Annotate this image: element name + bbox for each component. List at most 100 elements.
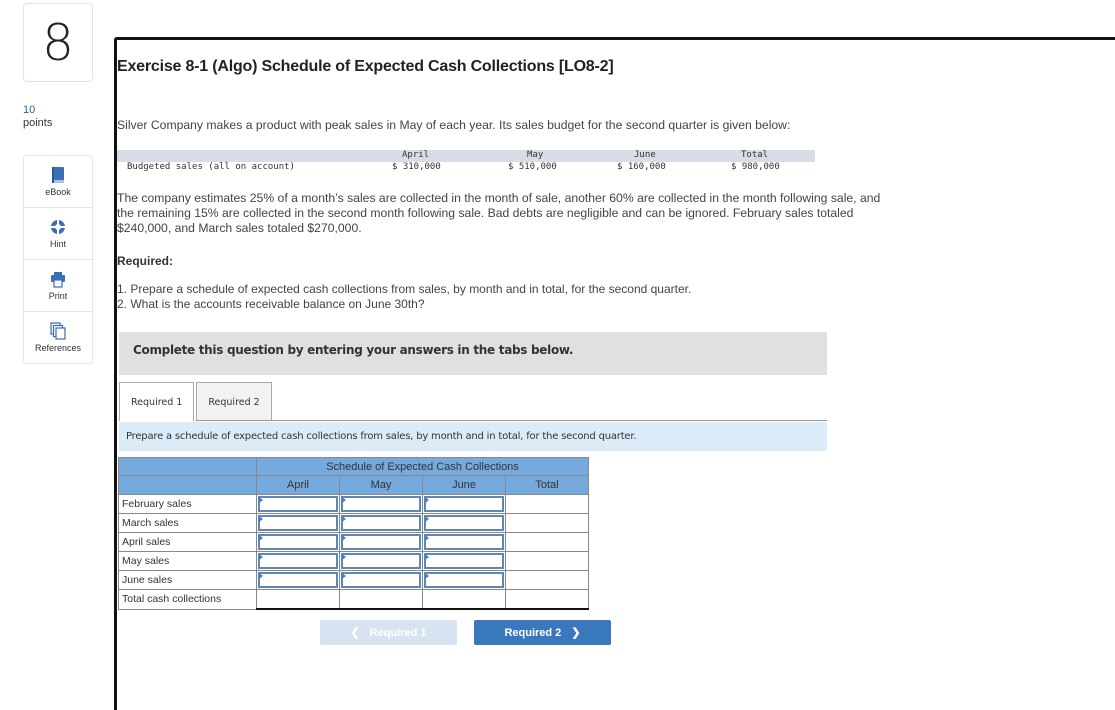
february-total-cell xyxy=(505,494,589,514)
next-button-label: Required 2 xyxy=(504,626,562,639)
points-info: 10 points xyxy=(23,104,52,130)
budget-row-label: Budgeted sales (all on account) xyxy=(127,162,295,172)
exercise-title: Exercise 8-1 (Algo) Schedule of Expected… xyxy=(117,58,614,75)
input-flag-icon xyxy=(259,516,263,522)
tab-required-2[interactable]: Required 2 xyxy=(196,382,272,421)
budget-col-total: Total xyxy=(741,150,769,160)
estimate-text: The company estimates 25% of a month’s s… xyxy=(117,191,881,235)
march-april-input[interactable] xyxy=(258,515,338,531)
next-required-button[interactable]: Required 2 ❯ xyxy=(474,620,611,645)
intro-text: Silver Company makes a product with peak… xyxy=(117,118,791,132)
input-flag-icon xyxy=(342,497,346,503)
col-header-total: Total xyxy=(505,475,589,495)
col-header-may: May xyxy=(339,475,423,495)
schedule-header-blank xyxy=(118,475,257,495)
printer-icon xyxy=(51,272,65,288)
answer-tabs: Required 1 Required 2 xyxy=(119,382,272,421)
chevron-left-icon: ❮ xyxy=(350,627,360,639)
references-label: References xyxy=(34,343,82,353)
june-total-cell xyxy=(505,570,589,590)
input-flag-icon xyxy=(342,535,346,541)
input-flag-icon xyxy=(342,554,346,560)
ebook-button[interactable]: eBook xyxy=(24,156,92,208)
print-button[interactable]: Print xyxy=(24,260,92,312)
total-april-cell xyxy=(256,589,340,610)
required-heading: Required: xyxy=(117,254,174,268)
april-may-input[interactable] xyxy=(341,534,421,550)
col-header-april: April xyxy=(256,475,340,495)
april-total-cell xyxy=(505,532,589,552)
row-label-february: February sales xyxy=(118,494,257,514)
march-may-input[interactable] xyxy=(341,515,421,531)
input-flag-icon xyxy=(342,516,346,522)
points-value: 10 xyxy=(23,104,36,116)
tab-instruction: Prepare a schedule of expected cash coll… xyxy=(119,422,827,451)
input-flag-icon xyxy=(425,497,429,503)
budget-row: Budgeted sales (all on account) $ 310,00… xyxy=(117,162,815,175)
may-may-input[interactable] xyxy=(341,553,421,569)
total-total-cell xyxy=(505,589,589,610)
budget-table: April May June Total Budgeted sales (all… xyxy=(117,150,815,175)
row-label-april: April sales xyxy=(118,532,257,552)
row-label-may: May sales xyxy=(118,551,257,571)
input-flag-icon xyxy=(425,554,429,560)
tab-required-1[interactable]: Required 1 xyxy=(119,382,195,421)
tab-divider xyxy=(196,420,827,421)
input-flag-icon xyxy=(259,497,263,503)
table-row: April sales xyxy=(118,532,589,552)
budget-value-may: $ 510,000 xyxy=(508,162,557,172)
table-row: February sales xyxy=(118,494,589,514)
hint-label: Hint xyxy=(49,239,66,249)
chevron-right-icon: ❯ xyxy=(571,627,581,639)
budget-value-total: $ 980,000 xyxy=(731,162,780,172)
budget-col-april: April xyxy=(402,150,430,160)
may-total-cell xyxy=(505,551,589,571)
budget-col-june: June xyxy=(634,150,656,160)
print-label: Print xyxy=(48,291,68,301)
may-june-input[interactable] xyxy=(424,553,504,569)
february-may-input[interactable] xyxy=(341,496,421,512)
required-item: 1. Prepare a schedule of expected cash c… xyxy=(117,282,692,296)
book-icon xyxy=(52,167,64,183)
schedule-title: Schedule of Expected Cash Collections xyxy=(256,457,589,476)
prev-required-button[interactable]: ❮ Required 1 xyxy=(320,620,457,645)
april-june-input[interactable] xyxy=(424,534,504,550)
budget-value-june: $ 160,000 xyxy=(617,162,666,172)
schedule-corner xyxy=(118,457,257,476)
points-label: points xyxy=(23,117,53,129)
ebook-label: eBook xyxy=(45,187,71,197)
schedule-table: Schedule of Expected Cash Collections Ap… xyxy=(118,457,589,610)
june-may-input[interactable] xyxy=(341,572,421,588)
documents-icon xyxy=(50,322,66,340)
february-april-input[interactable] xyxy=(258,496,338,512)
input-flag-icon xyxy=(425,535,429,541)
instructions-banner: Complete this question by entering your … xyxy=(119,332,827,375)
required-item: 2. What is the accounts receivable balan… xyxy=(117,297,425,311)
input-flag-icon xyxy=(259,573,263,579)
prev-button-label: Required 1 xyxy=(369,626,427,639)
tools-panel: eBook Hint Print References xyxy=(23,155,93,364)
col-header-june: June xyxy=(422,475,506,495)
references-button[interactable]: References xyxy=(24,312,92,363)
february-june-input[interactable] xyxy=(424,496,504,512)
hint-button[interactable]: Hint xyxy=(24,208,92,260)
input-flag-icon xyxy=(425,573,429,579)
lifebuoy-icon xyxy=(51,220,65,234)
march-june-input[interactable] xyxy=(424,515,504,531)
table-row-total: Total cash collections xyxy=(118,589,589,610)
question-number: 8 xyxy=(23,3,93,82)
budget-header-row: April May June Total xyxy=(117,150,815,162)
march-total-cell xyxy=(505,513,589,533)
input-flag-icon xyxy=(259,554,263,560)
budget-col-may: May xyxy=(527,150,544,160)
june-june-input[interactable] xyxy=(424,572,504,588)
table-row: June sales xyxy=(118,570,589,590)
june-april-input[interactable] xyxy=(258,572,338,588)
may-april-input[interactable] xyxy=(258,553,338,569)
table-row: March sales xyxy=(118,513,589,533)
row-label-march: March sales xyxy=(118,513,257,533)
banner-text: Complete this question by entering your … xyxy=(133,343,574,357)
row-label-june: June sales xyxy=(118,570,257,590)
april-april-input[interactable] xyxy=(258,534,338,550)
input-flag-icon xyxy=(259,535,263,541)
